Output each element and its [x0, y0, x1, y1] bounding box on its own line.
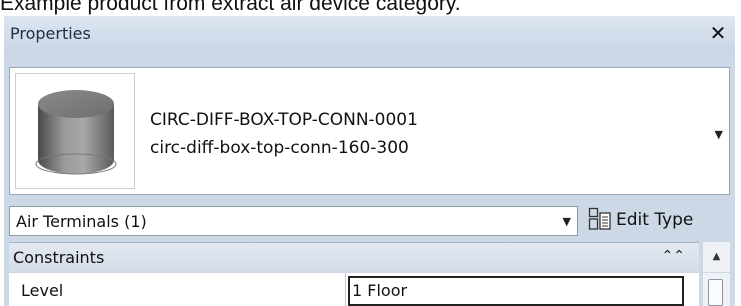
figure-caption: Example product from extract air device … — [0, 0, 461, 15]
level-property-name: Level — [21, 281, 64, 300]
property-row-level: Level 1 Floor — [9, 273, 699, 306]
edit-type-icon — [588, 207, 611, 230]
type-name: CIRC-DIFF-BOX-TOP-CONN-0001 — [150, 110, 418, 130]
level-value-field[interactable]: 1 Floor — [348, 276, 684, 306]
family-thumbnail — [15, 73, 135, 189]
chevron-down-icon[interactable]: ▼ — [563, 215, 571, 228]
constraints-group-header[interactable]: Constraints ⌃⌃ — [9, 242, 699, 272]
scrollbar-thumb[interactable] — [708, 279, 723, 306]
scroll-up-arrow-icon[interactable]: ▲ — [703, 242, 730, 272]
properties-panel: Properties ✕ CIRC-DIFF-BOX-TOP-CONN-0001… — [4, 16, 735, 306]
close-icon[interactable]: ✕ — [706, 21, 730, 45]
level-value-text: 1 Floor — [352, 281, 408, 300]
edit-type-button[interactable]: Edit Type — [586, 202, 732, 236]
collapse-icon[interactable]: ⌃⌃ — [662, 248, 685, 264]
constraints-label: Constraints — [13, 248, 105, 267]
column-divider — [345, 273, 346, 306]
cylinder-preview-icon — [35, 90, 117, 175]
family-name: circ-diff-box-top-conn-160-300 — [150, 138, 409, 158]
scrollbar-track[interactable] — [703, 273, 730, 306]
instance-filter-dropdown[interactable]: Air Terminals (1) ▼ — [9, 206, 578, 236]
panel-title: Properties — [10, 24, 91, 43]
type-selector[interactable]: CIRC-DIFF-BOX-TOP-CONN-0001 circ-diff-bo… — [9, 67, 730, 195]
properties-title-bar[interactable]: Properties ✕ — [4, 16, 735, 52]
instance-filter-label: Air Terminals (1) — [16, 212, 147, 231]
chevron-down-icon[interactable]: ▼ — [715, 128, 723, 141]
edit-type-label: Edit Type — [616, 210, 694, 230]
